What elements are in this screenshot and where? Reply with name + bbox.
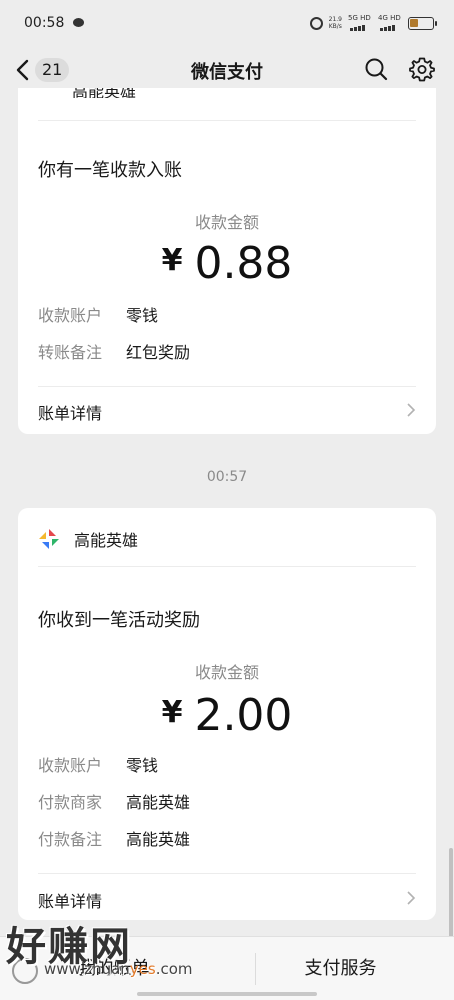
merchant-header-partial: 高能英雄 (38, 88, 338, 98)
row-value: 零钱 (126, 306, 159, 325)
message-notification-icon (73, 18, 84, 27)
row-label: 付款备注 (38, 830, 103, 849)
battery-icon (408, 16, 437, 30)
payment-card-2: 高能英雄 你收到一笔活动奖励 收款金额 ¥2.00 收款账户 零钱 付款商家 高… (18, 508, 436, 920)
row-label: 收款账户 (38, 756, 103, 775)
timestamp-separator: 00:57 (206, 469, 248, 485)
payment-card-1: 高能英雄 你有一笔收款入账 收款金额 ¥0.88 收款账户 零钱 转账备注 红包… (18, 88, 436, 434)
amount-label: 收款金额 (194, 663, 259, 682)
row-value: 高能英雄 (126, 793, 191, 812)
row-label: 付款商家 (38, 793, 103, 812)
network-speed-value: 21.9 (328, 16, 342, 23)
merchant-logo-icon (39, 529, 59, 549)
chevron-right-icon (407, 891, 416, 905)
watermark-url-highlight: yes (129, 960, 156, 978)
search-icon[interactable] (364, 57, 388, 81)
watermark-url: www.zhuanyes.com (44, 960, 193, 978)
signal-4g-icon: 4G HD (378, 14, 402, 31)
card-heading: 你收到一笔活动奖励 (38, 610, 200, 631)
tab-payment-services[interactable]: 支付服务 (227, 937, 454, 1000)
status-time: 00:58 (24, 15, 65, 31)
amount-value: ¥0.88 (18, 238, 436, 289)
signal-5g-icon: 5G HD (348, 14, 372, 31)
row-label: 转账备注 (38, 343, 103, 362)
status-bar: 00:58 21.9 KB/s 5G HD 4G HD (0, 0, 454, 46)
home-indicator[interactable] (137, 992, 317, 996)
chevron-right-icon (407, 403, 416, 417)
merchant-logo-icon (38, 88, 58, 96)
bill-details-link[interactable]: 账单详情 (38, 400, 102, 424)
currency-symbol: ¥ (161, 695, 183, 730)
row-value: 零钱 (126, 756, 159, 775)
merchant-name: 高能英雄 (72, 88, 137, 98)
row-label: 收款账户 (38, 306, 103, 325)
network-speed: 21.9 KB/s (329, 16, 342, 30)
scrollbar[interactable] (449, 848, 453, 938)
alarm-icon (309, 16, 323, 30)
row-value: 红包奖励 (126, 343, 191, 362)
card-heading: 你有一笔收款入账 (38, 160, 182, 181)
status-indicators: 21.9 KB/s 5G HD 4G HD (309, 14, 437, 32)
gear-icon[interactable] (409, 56, 435, 82)
currency-symbol: ¥ (161, 243, 183, 278)
divider (38, 873, 416, 874)
network-speed-unit: KB/s (328, 23, 342, 30)
row-value: 高能英雄 (126, 830, 191, 849)
merchant-name: 高能英雄 (74, 531, 139, 550)
signal-5g-label: 5G HD (348, 14, 371, 22)
battery-fill (410, 18, 418, 27)
divider (38, 120, 416, 121)
divider (38, 566, 416, 567)
nav-bar: 21 微信支付 (0, 46, 454, 94)
amount-label: 收款金额 (194, 213, 259, 232)
watermark-url-suffix: .com (155, 960, 193, 978)
amount-number: 0.88 (194, 238, 293, 289)
amount-value: ¥2.00 (18, 690, 436, 741)
watermark-url-prefix: www.zhuan (44, 960, 130, 978)
amount-number: 2.00 (194, 690, 293, 741)
bill-details-link[interactable]: 账单详情 (38, 888, 102, 912)
divider (38, 386, 416, 387)
signal-4g-label: 4G HD (378, 14, 401, 22)
